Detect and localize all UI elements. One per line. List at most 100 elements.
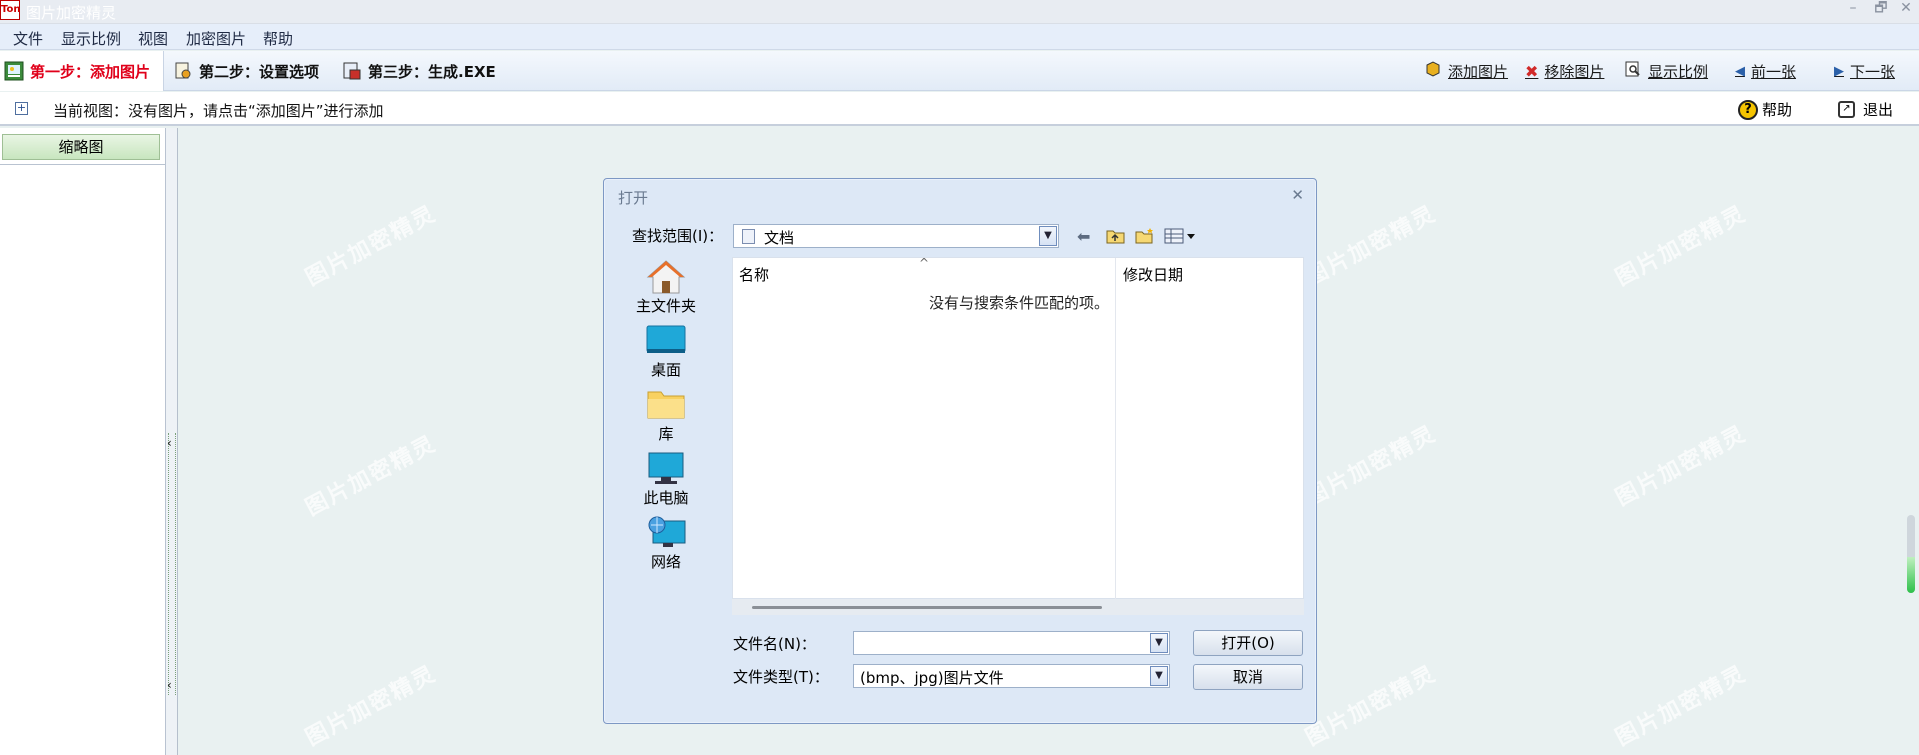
look-in-value: 文档 — [764, 229, 795, 247]
step2-label: 第二步：设置选项 — [199, 62, 320, 81]
filename-input[interactable]: ▼ — [853, 631, 1170, 655]
column-header-name[interactable]: 名称 — [739, 264, 769, 285]
expand-toggle[interactable]: + — [15, 102, 28, 115]
column-divider[interactable] — [1115, 258, 1116, 600]
chevron-down-icon[interactable]: ▼ — [1150, 666, 1168, 686]
menu-file[interactable]: 文件 — [13, 28, 43, 49]
filetype-value: (bmp、jpg)图片文件 — [860, 669, 1004, 687]
add-image-step-icon — [4, 61, 24, 81]
status-row: + 当前视图：没有图片，请点击“添加图片”进行添加 ? 帮助 ↗ 退出 — [0, 92, 1919, 126]
prev-image-button[interactable]: ◀ 前一张 — [1735, 51, 1796, 91]
scrollbar-fill — [1907, 557, 1915, 593]
column-header-date[interactable]: 修改日期 — [1123, 264, 1183, 285]
place-desktop-label: 桌面 — [650, 361, 681, 379]
exit-label: 退出 — [1863, 101, 1894, 119]
watermark: 图片加密精灵 — [1301, 201, 1441, 292]
help-label: 帮助 — [1762, 101, 1793, 119]
menu-encrypt[interactable]: 加密图片 — [186, 28, 246, 49]
up-folder-icon[interactable] — [1106, 227, 1126, 249]
build-exe-step-icon — [342, 61, 362, 81]
right-scrollbar[interactable] — [1907, 515, 1915, 593]
step3-tab[interactable]: 第三步：生成.EXE — [342, 51, 496, 91]
look-in-dropdown[interactable]: 文档 ▼ — [733, 224, 1059, 248]
watermark: 图片加密精灵 — [301, 201, 441, 292]
view-menu-icon[interactable] — [1164, 227, 1198, 249]
close-window-button[interactable]: ✕ — [1893, 0, 1919, 18]
dialog-title: 打开 — [618, 189, 649, 207]
remove-image-label: 移除图片 — [1544, 62, 1605, 81]
dialog-close-icon[interactable]: ✕ — [1291, 186, 1304, 204]
look-in-label: 查找范围(I)： — [632, 227, 724, 245]
network-icon — [645, 515, 687, 549]
cancel-button[interactable]: 取消 — [1193, 664, 1303, 690]
menu-bar: 文件 显示比例 视图 加密图片 帮助 — [0, 24, 1919, 50]
place-network[interactable]: 网络 — [628, 515, 704, 572]
open-button[interactable]: 打开(O) — [1193, 630, 1303, 656]
place-home-label: 主文件夹 — [635, 297, 696, 315]
prev-image-label: 前一张 — [1751, 62, 1797, 81]
open-dialog: 打开 ✕ 查找范围(I)： 文档 ▼ ⬅ 主文件夹 桌面 库 此电脑 网络 ^ … — [603, 178, 1317, 724]
help-button[interactable]: ? 帮助 — [1738, 99, 1792, 120]
watermark: 图片加密精灵 — [1611, 661, 1751, 752]
remove-image-button[interactable]: ✖ 移除图片 — [1525, 51, 1604, 91]
back-arrow-icon[interactable]: ⬅ — [1077, 227, 1090, 246]
collapse-arrow-icon[interactable]: ‹ — [167, 436, 172, 450]
thumbnail-panel: 缩略图 — [0, 128, 166, 755]
filetype-label: 文件类型(T)： — [733, 668, 829, 686]
watermark: 图片加密精灵 — [1611, 421, 1751, 512]
panel-splitter[interactable]: ‹ ‹ — [166, 128, 178, 755]
thumbnail-tab[interactable]: 缩略图 — [2, 134, 160, 160]
add-image-button[interactable]: 添加图片 — [1424, 51, 1508, 91]
title-bar: Ton 图片加密精灵 – 🗗 ✕ — [0, 0, 1919, 24]
place-library[interactable]: 库 — [628, 387, 704, 444]
horizontal-scrollbar[interactable] — [732, 599, 1304, 615]
splitter-grip[interactable] — [168, 433, 176, 695]
exit-button[interactable]: ↗ 退出 — [1838, 99, 1893, 120]
filename-label: 文件名(N)： — [733, 635, 816, 653]
app-icon: Ton — [0, 0, 20, 20]
chevron-down-icon[interactable]: ▼ — [1039, 226, 1057, 246]
computer-icon — [645, 451, 687, 485]
window-title: 图片加密精灵 — [26, 4, 117, 22]
watermark: 图片加密精灵 — [301, 661, 441, 752]
zoom-button[interactable]: 显示比例 — [1624, 51, 1708, 91]
watermark: 图片加密精灵 — [1301, 661, 1441, 752]
desktop-icon — [645, 323, 687, 357]
add-image-icon — [1424, 60, 1442, 82]
file-list[interactable]: ^ 名称 修改日期 没有与搜索条件匹配的项。 — [732, 256, 1304, 600]
place-home[interactable]: 主文件夹 — [628, 259, 704, 316]
place-library-label: 库 — [658, 425, 674, 443]
scrollbar-thumb[interactable] — [752, 606, 1102, 609]
next-image-label: 下一张 — [1850, 62, 1896, 81]
watermark: 图片加密精灵 — [1611, 201, 1751, 292]
collapse-arrow-icon-bottom[interactable]: ‹ — [167, 678, 172, 692]
zoom-icon — [1624, 60, 1642, 82]
menu-view[interactable]: 视图 — [138, 28, 168, 49]
current-view-status: 当前视图：没有图片，请点击“添加图片”进行添加 — [53, 102, 384, 120]
minimize-button[interactable]: – — [1840, 0, 1866, 18]
remove-icon: ✖ — [1525, 61, 1539, 81]
settings-step-icon — [173, 61, 193, 81]
step1-tab[interactable]: 第一步：添加图片 — [0, 51, 164, 91]
library-folder-icon — [645, 387, 687, 421]
menu-zoom[interactable]: 显示比例 — [61, 28, 121, 49]
maximize-button[interactable]: 🗗 — [1868, 0, 1894, 18]
panel-divider — [0, 164, 165, 165]
step2-tab[interactable]: 第二步：设置选项 — [173, 51, 319, 91]
exit-icon: ↗ — [1838, 101, 1855, 118]
place-this-pc-label: 此电脑 — [643, 489, 689, 507]
help-icon: ? — [1738, 99, 1758, 120]
chevron-down-icon[interactable]: ▼ — [1150, 633, 1168, 653]
place-this-pc[interactable]: 此电脑 — [628, 451, 704, 508]
next-arrow-icon: ▶ — [1834, 63, 1844, 79]
new-folder-icon[interactable] — [1135, 227, 1155, 249]
watermark: 图片加密精灵 — [301, 431, 441, 522]
menu-help[interactable]: 帮助 — [263, 28, 293, 49]
filetype-dropdown[interactable]: (bmp、jpg)图片文件 ▼ — [853, 664, 1170, 688]
zoom-label: 显示比例 — [1648, 62, 1709, 81]
empty-list-message: 没有与搜索条件匹配的项。 — [929, 294, 1110, 312]
sort-caret-icon: ^ — [919, 256, 930, 270]
step-toolbar: 第一步：添加图片 第二步：设置选项 第三步：生成.EXE 添加图片 ✖ 移除图片… — [0, 51, 1919, 91]
place-desktop[interactable]: 桌面 — [628, 323, 704, 380]
next-image-button[interactable]: ▶ 下一张 — [1834, 51, 1895, 91]
